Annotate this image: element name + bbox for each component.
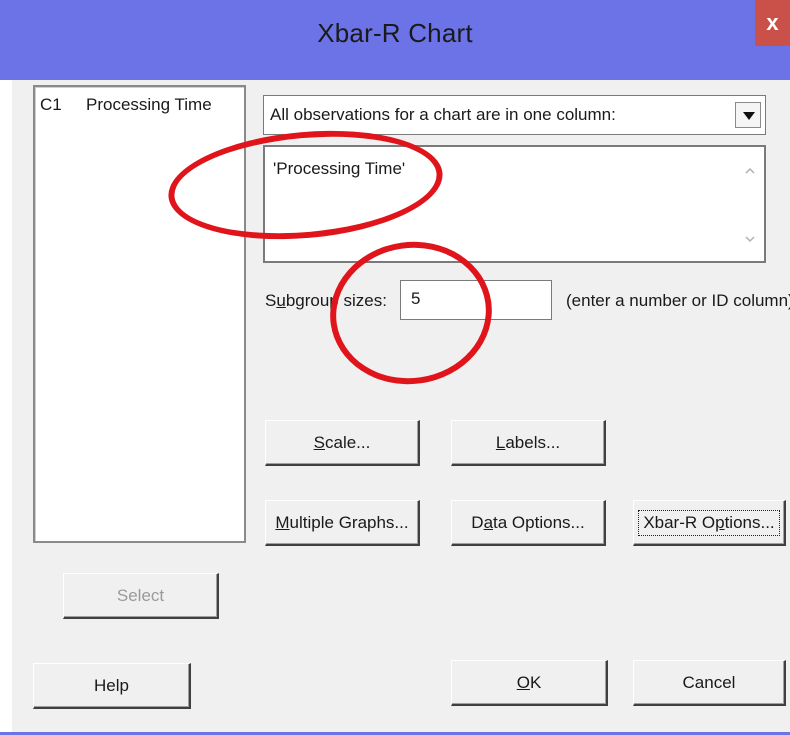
close-button[interactable]: x <box>755 0 790 46</box>
dropdown-value: All observations for a chart are in one … <box>270 105 616 124</box>
select-button[interactable]: Select <box>63 573 219 619</box>
variables-list[interactable]: C1 Processing Time <box>33 85 246 543</box>
close-icon: x <box>766 10 779 35</box>
subgroup-hint: (enter a number or ID column) <box>566 291 790 310</box>
chart-type-dropdown[interactable]: All observations for a chart are in one … <box>263 95 766 135</box>
scroll-down-icon[interactable] <box>744 233 756 245</box>
column-name: Processing Time <box>86 95 212 114</box>
chevron-down-icon[interactable] <box>735 102 761 128</box>
column-id: C1 <box>40 95 62 114</box>
multiple-graphs-button-label: Multiple Graphs... <box>275 512 409 532</box>
columns-value: 'Processing Time' <box>273 159 406 178</box>
title-bar: Xbar-R Chart x <box>0 0 790 80</box>
columns-input[interactable]: 'Processing Time' <box>263 145 766 263</box>
ok-button-label: OK <box>516 672 542 692</box>
scroll-up-icon[interactable] <box>744 165 756 177</box>
labels-button[interactable]: Labels... <box>451 420 606 466</box>
list-item[interactable]: C1 Processing Time <box>40 95 212 115</box>
window-left-edge <box>0 80 12 735</box>
labels-button-label: Labels... <box>495 432 561 452</box>
help-button[interactable]: Help <box>33 663 191 709</box>
cancel-button[interactable]: Cancel <box>633 660 786 706</box>
multiple-graphs-button[interactable]: Multiple Graphs... <box>265 500 420 546</box>
data-options-button-label: Data Options... <box>471 512 585 532</box>
xbar-r-options-button-label: Xbar-R Options... <box>638 509 780 536</box>
subgroup-sizes-label: Subgroup sizes: <box>265 291 387 310</box>
ok-button[interactable]: OK <box>451 660 608 706</box>
data-options-button[interactable]: Data Options... <box>451 500 606 546</box>
xbar-r-options-button[interactable]: Xbar-R Options... <box>633 500 786 546</box>
scale-button-label: Scale... <box>313 432 371 452</box>
scrollbar[interactable] <box>738 149 762 259</box>
window-title: Xbar-R Chart <box>317 18 473 48</box>
subgroup-sizes-input[interactable]: 5 <box>400 280 552 320</box>
scale-button[interactable]: Scale... <box>265 420 420 466</box>
